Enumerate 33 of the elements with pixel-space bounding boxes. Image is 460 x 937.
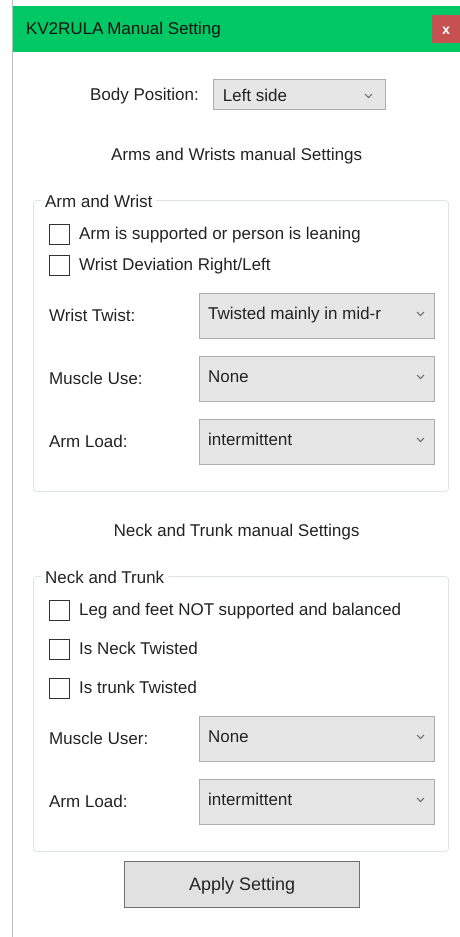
dropdown[interactable]: None — [199, 356, 435, 402]
chevron-down-icon — [416, 734, 425, 740]
body-position-label: Body Position: — [90, 84, 199, 106]
checkbox-label: Leg and feet NOT supported and balanced — [79, 599, 401, 622]
dropdown[interactable]: Twisted mainly in mid-r — [199, 293, 435, 339]
body-position-dropdown[interactable]: Left side — [212, 79, 386, 110]
close-button[interactable]: x — [432, 15, 460, 43]
field-label: Arm Load: — [49, 431, 128, 454]
checkbox-label: Is trunk Twisted — [79, 677, 197, 700]
checkbox-label: Wrist Deviation Right/Left — [79, 254, 270, 276]
checkbox-label: Arm is supported or person is leaning — [79, 223, 361, 246]
checkbox[interactable] — [49, 638, 70, 660]
section-heading: Neck and Trunk manual Settings — [114, 521, 360, 540]
dropdown[interactable]: intermittent — [199, 779, 435, 825]
dropdown[interactable]: None — [199, 716, 435, 762]
checkbox[interactable] — [49, 254, 70, 276]
checkbox-label: Is Neck Twisted — [79, 638, 198, 660]
field-label: Arm Load: — [49, 791, 128, 814]
apply-button[interactable]: Apply Setting — [124, 861, 360, 908]
checkbox[interactable] — [49, 224, 70, 244]
field-label: Muscle User: — [49, 728, 150, 750]
checkbox[interactable] — [49, 678, 70, 698]
chevron-down-icon — [416, 797, 425, 803]
chevron-down-icon — [416, 374, 425, 380]
field-label: Muscle Use: — [49, 368, 144, 390]
dropdown[interactable]: intermittent — [199, 419, 435, 465]
window-title: KV2RULA Manual Setting — [26, 18, 221, 40]
chevron-down-icon — [416, 437, 425, 443]
section-heading: Arms and Wrists manual Settings — [111, 145, 362, 164]
chevron-down-icon — [364, 93, 373, 99]
chevron-down-icon — [416, 311, 425, 317]
field-label: Wrist Twist: — [49, 305, 136, 328]
checkbox[interactable] — [49, 600, 70, 620]
